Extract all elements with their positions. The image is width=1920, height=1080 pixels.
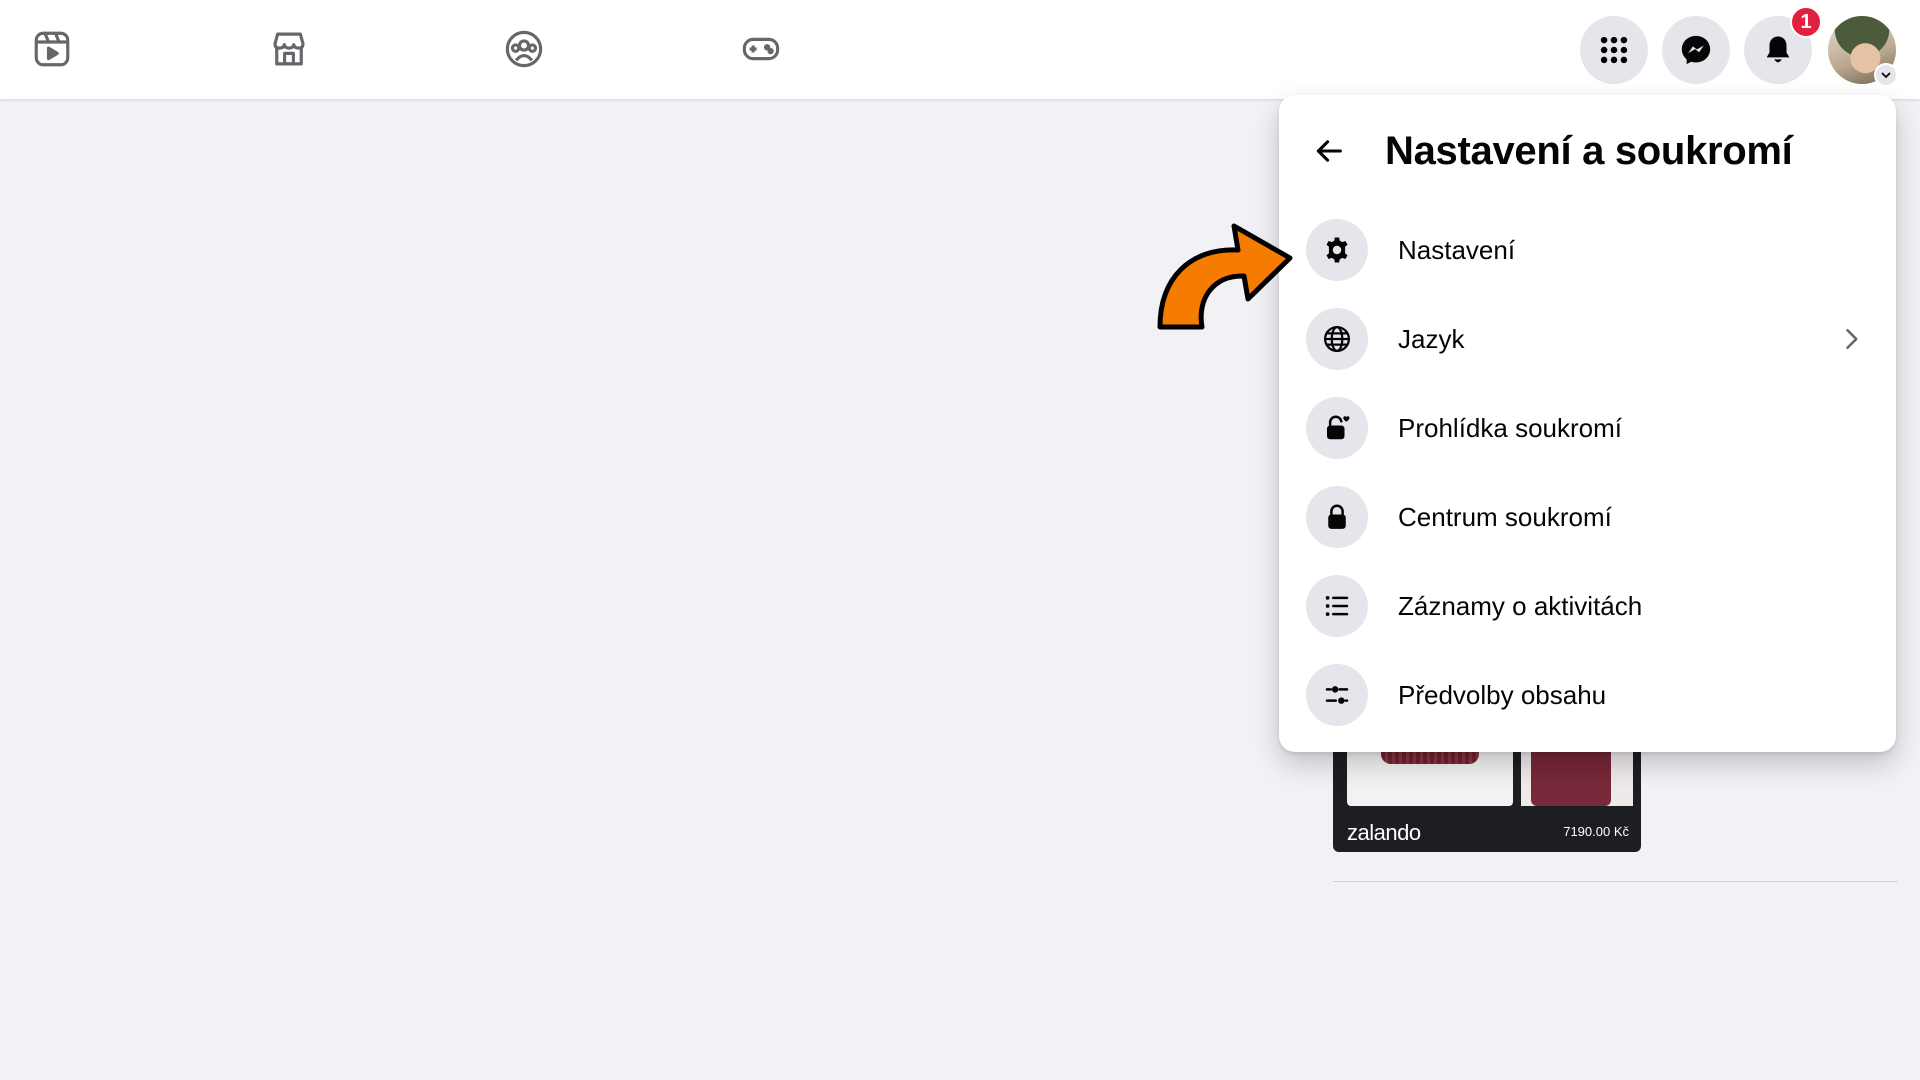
arrow-left-icon [1316, 140, 1342, 162]
ad-brand-logo: zalando [1347, 820, 1421, 845]
menu-item-privacy-center[interactable]: Centrum soukromí [1291, 472, 1884, 561]
settings-privacy-panel: Nastavení a soukromí Nastavení Jazyk Pro… [1279, 95, 1896, 752]
ad-price: 7190.00 Kč [1563, 824, 1629, 839]
video-icon[interactable] [29, 26, 75, 72]
menu-item-label: Jazyk [1398, 323, 1465, 354]
curved-arrow-icon [1157, 223, 1293, 330]
chevron-down-icon[interactable] [1874, 63, 1898, 87]
messenger-icon [1681, 35, 1711, 65]
menu-item-language[interactable]: Jazyk [1291, 294, 1884, 383]
marketplace-icon[interactable] [266, 26, 312, 72]
bell-icon [1766, 36, 1790, 63]
menu-item-settings[interactable]: Nastavení [1291, 205, 1884, 294]
groups-icon[interactable] [501, 26, 547, 72]
notification-count-badge: 1 [1790, 6, 1822, 38]
top-navigation-bar: 1 [0, 0, 1920, 99]
grid-menu-button[interactable] [1580, 16, 1648, 84]
globe-icon [1306, 307, 1368, 370]
messenger-button[interactable] [1662, 16, 1730, 84]
menu-item-label: Centrum soukromí [1398, 501, 1612, 532]
gear-icon [1306, 218, 1368, 281]
panel-title: Nastavení a soukromí [1385, 129, 1793, 173]
lock-icon [1306, 485, 1368, 548]
menu-item-label: Záznamy o aktivitách [1398, 590, 1643, 621]
divider [1333, 881, 1898, 882]
gaming-icon[interactable] [738, 26, 784, 72]
menu-item-label: Předvolby obsahu [1398, 679, 1607, 710]
menu-item-label: Nastavení [1398, 234, 1516, 265]
settings-menu: Nastavení Jazyk Prohlídka soukromí Centr… [1291, 205, 1884, 739]
menu-item-content-preferences[interactable]: Předvolby obsahu [1291, 650, 1884, 739]
menu-item-privacy-checkup[interactable]: Prohlídka soukromí [1291, 383, 1884, 472]
lock-heart-icon [1306, 396, 1368, 459]
chevron-right-icon [1836, 324, 1866, 354]
back-button[interactable] [1301, 123, 1357, 179]
sliders-icon [1306, 663, 1368, 726]
menu-item-activity-log[interactable]: Záznamy o aktivitách [1291, 561, 1884, 650]
list-icon [1306, 574, 1368, 637]
grid-menu-icon [1600, 36, 1628, 64]
menu-item-label: Prohlídka soukromí [1398, 412, 1622, 443]
